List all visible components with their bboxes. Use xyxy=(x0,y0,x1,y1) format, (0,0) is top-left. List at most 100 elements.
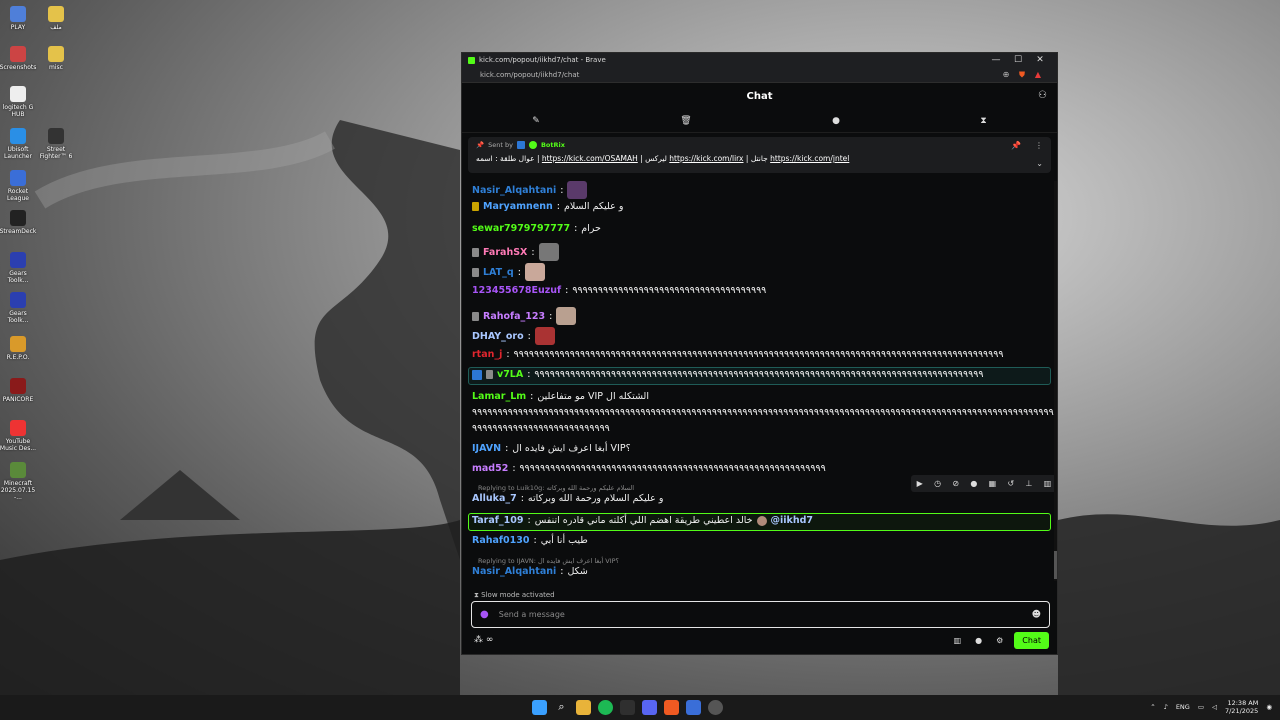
message-username[interactable]: Nasir_Alqahtani xyxy=(472,566,556,577)
chat-message[interactable]: v7LA:٩٩٩٩٩٩٩٩٩٩٩٩٩٩٩٩٩٩٩٩٩٩٩٩٩٩٩٩٩٩٩٩٩٩٩… xyxy=(472,369,983,380)
spotify-icon[interactable] xyxy=(598,700,613,715)
message-username[interactable]: LAT_q xyxy=(483,267,514,278)
desktop-icon[interactable]: PLAY xyxy=(0,6,37,31)
discord-icon[interactable] xyxy=(642,700,657,715)
desktop-icon[interactable]: Gears Toolk... xyxy=(0,292,37,324)
xbox-icon[interactable] xyxy=(620,700,635,715)
hourglass-tool-icon[interactable]: ⧗ xyxy=(980,116,986,126)
settings-timer-icon[interactable]: ▥ xyxy=(954,636,962,645)
chat-message[interactable]: 123455678Euzuf:٩٩٩٩٩٩٩٩٩٩٩٩٩٩٩٩٩٩٩٩٩٩٩٩٩… xyxy=(472,285,766,296)
chat-message[interactable]: Maryamnenn: و عليكم السلام xyxy=(472,201,623,212)
scrollbar-thumb[interactable] xyxy=(1054,551,1057,579)
message-username[interactable]: Nasir_Alqahtani xyxy=(472,185,556,196)
pinned-link-osamah[interactable]: https://kick.com/OSAMAH xyxy=(542,154,638,163)
chat-message[interactable]: rtan_j:٩٩٩٩٩٩٩٩٩٩٩٩٩٩٩٩٩٩٩٩٩٩٩٩٩٩٩٩٩٩٩٩٩… xyxy=(472,349,1003,360)
emote-image[interactable] xyxy=(567,181,588,199)
unpin-icon[interactable]: 📌 xyxy=(1011,141,1021,150)
desktop-icon[interactable]: PANICORE xyxy=(0,378,37,403)
emote-image[interactable] xyxy=(538,243,559,261)
message-username[interactable]: 123455678Euzuf xyxy=(472,285,561,296)
chat-message[interactable]: mad52:٩٩٩٩٩٩٩٩٩٩٩٩٩٩٩٩٩٩٩٩٩٩٩٩٩٩٩٩٩٩٩٩٩٩… xyxy=(472,463,826,474)
desktop-icon[interactable]: Ubisoft Launcher xyxy=(0,128,37,160)
brave-icon[interactable] xyxy=(664,700,679,715)
windows-start-icon[interactable] xyxy=(532,700,547,715)
gear-icon[interactable]: ⚙ xyxy=(996,636,1003,645)
emoji-icon[interactable]: ☻ xyxy=(1032,610,1041,620)
clock[interactable]: 12:38 AM 7/21/2025 xyxy=(1225,699,1258,715)
message-username[interactable]: v7LA xyxy=(497,369,523,380)
pinned-link-lirx[interactable]: https://kick.com/lirx xyxy=(669,154,743,163)
language-indicator[interactable]: ENG xyxy=(1176,703,1190,711)
chat-message[interactable]: ٩٩٩٩٩٩٩٩٩٩٩٩٩٩٩٩٩٩٩٩٩٩٩٩٩٩٩٩٩٩٩٩٩٩٩٩٩٩٩٩… xyxy=(472,407,1057,418)
file-explorer-icon[interactable] xyxy=(576,700,591,715)
chat-message[interactable]: Lamar_Lm: مو متفاعلين VIP الشتكله ال xyxy=(472,391,649,402)
chat-message[interactable]: FarahSX: xyxy=(472,243,559,261)
clock-icon[interactable]: ◷ xyxy=(934,479,941,488)
chat-message[interactable]: Nasir_Alqahtani: xyxy=(472,181,588,199)
desktop-icon[interactable]: logitech G HUB xyxy=(0,86,37,118)
volume-icon[interactable]: ◁ xyxy=(1212,703,1217,711)
users-icon[interactable]: ⚇ xyxy=(1038,90,1047,101)
desktop-icon[interactable]: YouTube Music Des... xyxy=(0,420,37,452)
bot-name[interactable]: BotRix xyxy=(541,141,565,149)
maximize-button[interactable]: ☐ xyxy=(1007,55,1029,65)
message-input[interactable] xyxy=(498,610,1032,619)
reply-context[interactable]: Replying to Luik10g: السلام عليكم ورحمة … xyxy=(478,484,634,492)
message-username[interactable]: mad52 xyxy=(472,463,508,474)
address-bar[interactable]: kick.com/popout/iikhd7/chat ⊕ ⛊ ▲ xyxy=(462,67,1057,83)
chat-message[interactable]: DHAY_oro: xyxy=(472,327,555,345)
mic-icon[interactable]: ● xyxy=(480,609,489,620)
chat-message[interactable]: Rahaf0130: طيب أنا أبي xyxy=(472,535,588,546)
chat-message[interactable]: Alluka_7: و عليكم السلام ورحمة الله وبركا… xyxy=(472,493,663,504)
desktop-icon[interactable]: Gears Toolk... xyxy=(0,252,37,284)
message-username[interactable]: Taraf_109 xyxy=(472,515,523,526)
chat-message[interactable]: Taraf_109: خالد اعطيني طريقة اهضم اللي أك… xyxy=(472,515,813,526)
message-username[interactable]: Rahofa_123 xyxy=(483,311,545,322)
chat-message[interactable]: sewar7979797777: حرام xyxy=(472,223,601,234)
brave-rewards-icon[interactable]: ▲ xyxy=(1033,70,1043,79)
chat-scrollbar[interactable] xyxy=(1054,181,1057,581)
pin-message-icon[interactable]: ⊥ xyxy=(1026,479,1033,488)
message-username[interactable]: DHAY_oro xyxy=(472,331,524,342)
mention-tag[interactable]: @iikhd7 xyxy=(771,515,814,526)
close-button[interactable]: ✕ xyxy=(1029,55,1051,65)
desktop-icon[interactable]: StreamDeck xyxy=(0,210,37,235)
reply-context[interactable]: Replying to IJAVN: أبغا اعرف ايش فايده ا… xyxy=(478,557,619,565)
send-chat-button[interactable]: Chat xyxy=(1014,631,1049,649)
message-username[interactable]: Alluka_7 xyxy=(472,493,517,504)
message-username[interactable]: IJAVN xyxy=(472,443,501,454)
chat-message[interactable]: IJAVN: أبغا اعرف ايش فايده ال VIP؟ xyxy=(472,443,631,454)
pinned-link-jntel[interactable]: https://kick.com/jntel xyxy=(770,154,849,163)
desktop-icon[interactable]: Screenshots xyxy=(0,46,37,71)
zoom-icon[interactable]: ⊕ xyxy=(1001,70,1011,79)
monitor-icon[interactable]: ▭ xyxy=(1198,703,1204,711)
mic-tray-icon[interactable]: ♪ xyxy=(1164,703,1168,711)
emote-image[interactable] xyxy=(556,307,577,325)
brave-shield-icon[interactable]: ⛊ xyxy=(1017,70,1027,79)
desktop-icon[interactable]: Street Fighter™ 6 xyxy=(37,128,75,160)
message-username[interactable]: FarahSX xyxy=(483,247,527,258)
desktop-icon[interactable]: Rocket League xyxy=(0,170,37,202)
notification-icon[interactable]: ◉ xyxy=(1266,703,1272,711)
more-options-icon[interactable]: ⋮ xyxy=(1035,141,1043,150)
trash-icon[interactable]: ▥ xyxy=(1044,479,1052,488)
delete-icon[interactable]: ▦ xyxy=(989,479,997,488)
message-username[interactable]: Maryamnenn xyxy=(483,201,553,212)
emote-image[interactable] xyxy=(524,263,545,281)
obs-icon[interactable] xyxy=(708,700,723,715)
chat-bubble-tool-icon[interactable]: ● xyxy=(832,116,840,126)
app-icon[interactable] xyxy=(686,700,701,715)
message-username[interactable]: Rahaf0130 xyxy=(472,535,529,546)
chevron-down-icon[interactable]: ⌄ xyxy=(1036,159,1043,168)
reply-bubble-icon[interactable]: ● xyxy=(970,479,977,488)
chat-message[interactable]: Rahofa_123: xyxy=(472,307,577,325)
message-username[interactable]: Lamar_Lm xyxy=(472,391,526,402)
play-icon[interactable]: ▶ xyxy=(917,479,923,488)
emote-image[interactable] xyxy=(534,327,555,345)
search-icon[interactable]: ⌕ xyxy=(554,700,569,715)
chat-options-icon[interactable]: ● xyxy=(975,636,982,645)
hide-icon[interactable]: ⊘ xyxy=(952,479,959,488)
undo-icon[interactable]: ↺ xyxy=(1008,479,1015,488)
chat-message[interactable]: Nasir_Alqahtani: شكل xyxy=(472,566,588,577)
desktop-icon[interactable]: ملف xyxy=(37,6,75,31)
